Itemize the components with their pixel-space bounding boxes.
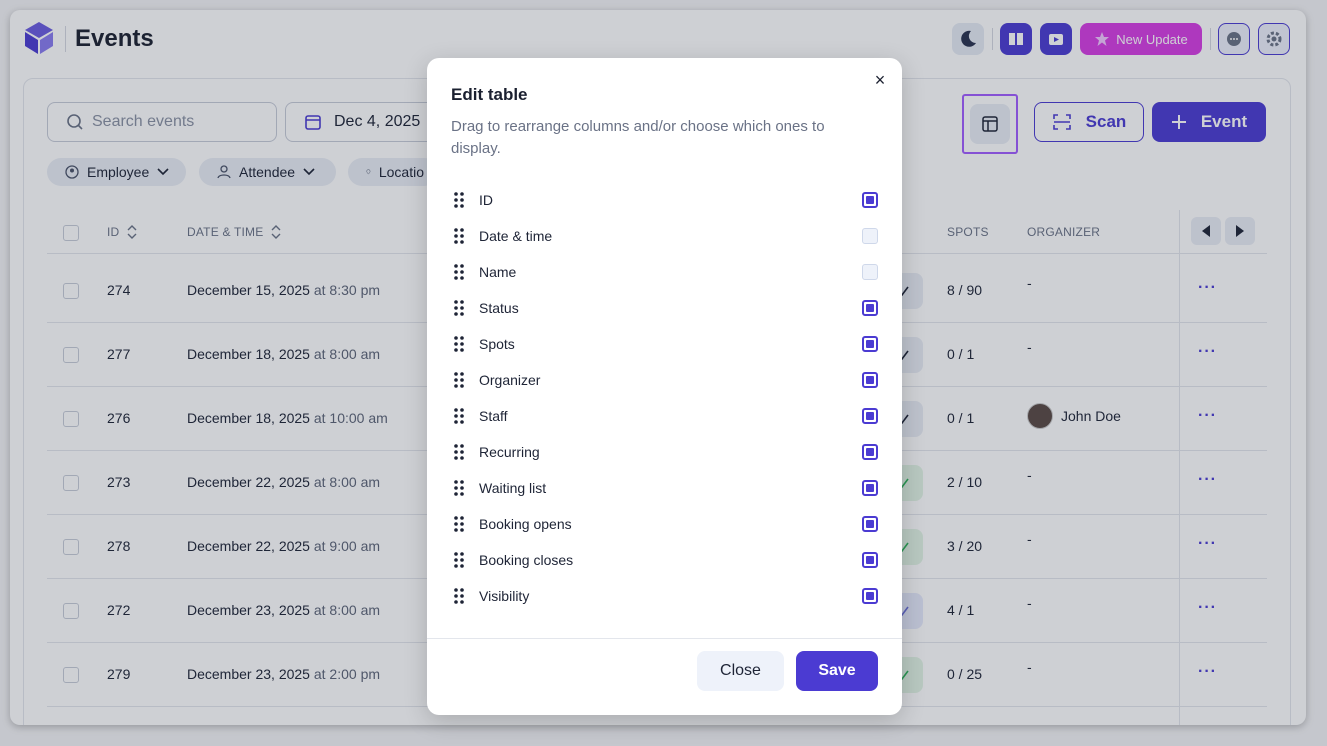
column-item[interactable]: ID: [453, 188, 883, 212]
close-icon[interactable]: ×: [870, 70, 890, 90]
close-button[interactable]: Close: [697, 651, 784, 691]
column-visibility-checkbox[interactable]: [862, 300, 878, 316]
column-item[interactable]: Booking closes: [453, 548, 883, 572]
drag-handle-icon[interactable]: [453, 407, 465, 425]
column-item-label: Recurring: [479, 444, 540, 460]
drag-handle-icon[interactable]: [453, 479, 465, 497]
drag-handle-icon[interactable]: [453, 371, 465, 389]
modal-description: Drag to rearrange columns and/or choose …: [451, 118, 825, 157]
column-item-label: Date & time: [479, 228, 553, 244]
column-item[interactable]: Organizer: [453, 368, 883, 392]
column-item[interactable]: Waiting list: [453, 476, 883, 500]
column-item-label: Spots: [479, 336, 515, 352]
column-item[interactable]: Date & time: [453, 224, 883, 248]
column-visibility-checkbox[interactable]: [862, 516, 878, 532]
column-visibility-checkbox[interactable]: [862, 408, 878, 424]
column-item-label: Booking closes: [479, 552, 574, 568]
column-item[interactable]: Visibility: [453, 584, 883, 608]
drag-handle-icon[interactable]: [453, 227, 465, 245]
drag-handle-icon[interactable]: [453, 587, 465, 605]
column-visibility-checkbox: [862, 264, 878, 280]
column-item-label: ID: [479, 192, 493, 208]
drag-handle-icon[interactable]: [453, 299, 465, 317]
column-visibility-checkbox[interactable]: [862, 480, 878, 496]
drag-handle-icon[interactable]: [453, 551, 465, 569]
column-visibility-checkbox: [862, 228, 878, 244]
drag-handle-icon[interactable]: [453, 191, 465, 209]
column-item-label: Visibility: [479, 588, 530, 604]
modal-title: Edit table: [451, 85, 528, 104]
edit-table-modal: Edit table × Drag to rearrange columns a…: [427, 58, 902, 715]
column-item[interactable]: Spots: [453, 332, 883, 356]
drag-handle-icon[interactable]: [453, 443, 465, 461]
column-item[interactable]: Booking opens: [453, 512, 883, 536]
column-visibility-checkbox[interactable]: [862, 336, 878, 352]
column-item-label: Booking opens: [479, 516, 572, 532]
column-item-label: Organizer: [479, 372, 541, 388]
drag-handle-icon[interactable]: [453, 263, 465, 281]
column-item[interactable]: Name: [453, 260, 883, 284]
modal-footer-divider: [427, 638, 902, 639]
column-item-label: Name: [479, 264, 517, 280]
column-visibility-checkbox[interactable]: [862, 372, 878, 388]
column-visibility-checkbox[interactable]: [862, 588, 878, 604]
drag-handle-icon[interactable]: [453, 335, 465, 353]
column-visibility-checkbox[interactable]: [862, 444, 878, 460]
column-item-label: Status: [479, 300, 519, 316]
column-visibility-checkbox[interactable]: [862, 552, 878, 568]
drag-handle-icon[interactable]: [453, 515, 465, 533]
column-item-label: Waiting list: [479, 480, 547, 496]
column-visibility-checkbox[interactable]: [862, 192, 878, 208]
column-item[interactable]: Recurring: [453, 440, 883, 464]
save-button[interactable]: Save: [796, 651, 878, 691]
column-item-label: Staff: [479, 408, 508, 424]
column-item[interactable]: Status: [453, 296, 883, 320]
column-item[interactable]: Staff: [453, 404, 883, 428]
